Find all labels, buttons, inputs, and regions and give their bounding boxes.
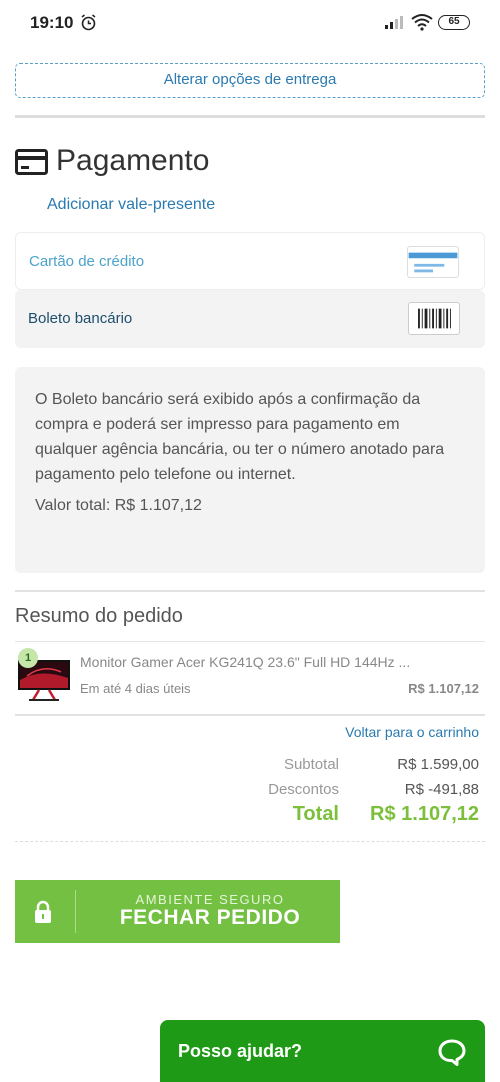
wifi-icon (411, 14, 433, 31)
page-title: Pagamento (56, 144, 210, 177)
total-value: R$ 1.107,12 (370, 803, 479, 825)
battery-indicator: 65 (438, 15, 470, 30)
divider (15, 841, 485, 842)
add-gift-card-link[interactable]: Adicionar vale-presente (47, 196, 215, 214)
boleto-info-panel: O Boleto bancário será exibido após a co… (15, 367, 485, 573)
divider (15, 641, 485, 642)
lock-icon (35, 900, 51, 923)
alarm-icon (81, 14, 96, 31)
payment-method-boleto[interactable]: Boleto bancário (15, 290, 485, 348)
payment-method-label: Cartão de crédito (29, 253, 145, 270)
total-label: Total (292, 803, 339, 825)
subtotal-label: Subtotal (283, 756, 339, 773)
chat-bubble-icon (438, 1039, 466, 1066)
back-to-cart-link[interactable]: Voltar para o carrinho (345, 724, 479, 740)
divider (15, 590, 485, 592)
signal-icon (385, 16, 403, 29)
divider (15, 115, 485, 118)
payment-method-label: Boleto bancário (28, 310, 133, 327)
item-price: R$ 1.107,12 (408, 681, 479, 696)
order-summary-title: Resumo do pedido (15, 605, 183, 627)
status-bar: 19:10 65 (0, 0, 500, 46)
credit-card-icon (15, 149, 48, 175)
divider (15, 714, 485, 716)
help-chat-button[interactable]: Posso ajudar? (160, 1020, 485, 1082)
help-chat-label: Posso ajudar? (178, 1041, 303, 1061)
payment-method-credit-card[interactable]: Cartão de crédito (15, 232, 485, 290)
item-delivery-time: Em até 4 dias úteis (80, 681, 191, 696)
checkout-button[interactable]: AMBIENTE SEGURO FECHAR PEDIDO (15, 880, 340, 943)
discounts-value: R$ -491,88 (404, 781, 479, 798)
button-separator (75, 890, 76, 933)
subtotal-value: R$ 1.599,00 (397, 756, 479, 773)
quantity-badge: 1 (18, 648, 38, 668)
barcode-icon (408, 302, 460, 335)
status-time: 19:10 (30, 13, 74, 32)
item-name: Monitor Gamer Acer KG241Q 23.6" Full HD … (80, 654, 411, 670)
boleto-info-text: O Boleto bancário será exibido após a co… (35, 391, 445, 483)
credit-card-icon (407, 246, 459, 278)
change-delivery-options-button[interactable]: Alterar opções de entrega (15, 63, 485, 98)
checkout-subtitle: AMBIENTE SEGURO (135, 892, 285, 907)
boleto-total-value: Valor total: R$ 1.107,12 (35, 497, 202, 514)
checkout-label: FECHAR PEDIDO (119, 906, 301, 929)
discounts-label: Descontos (268, 781, 339, 798)
order-item: 1 Monitor Gamer Acer KG241Q 23.6" Full H… (15, 646, 485, 712)
